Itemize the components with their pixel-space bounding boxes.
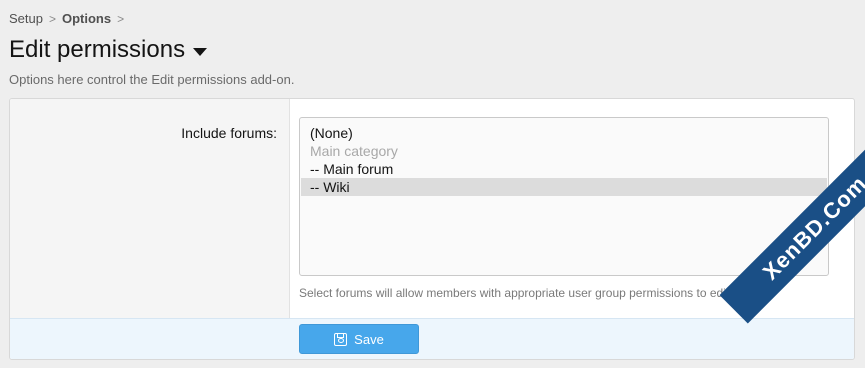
- include-forums-hint: Select forums will allow members with ap…: [299, 286, 760, 300]
- chevron-right-icon: >: [117, 11, 125, 26]
- options-form: Include forums: (None) Main category -- …: [9, 98, 855, 360]
- page-title: Edit permissions: [9, 36, 186, 63]
- include-forums-label: Include forums:: [181, 125, 277, 141]
- option-none[interactable]: (None): [301, 124, 827, 142]
- save-icon: [334, 332, 348, 346]
- form-submit-row: Save: [10, 318, 854, 359]
- option-wiki[interactable]: -- Wiki: [301, 178, 827, 196]
- breadcrumb: Setup > Options >: [9, 11, 124, 26]
- include-forums-select[interactable]: (None) Main category -- Main forum -- Wi…: [299, 117, 829, 276]
- save-button[interactable]: Save: [299, 324, 419, 354]
- option-main-category: Main category: [310, 143, 398, 159]
- save-button-label: Save: [354, 331, 384, 347]
- breadcrumb-item-setup[interactable]: Setup: [9, 11, 43, 26]
- page-description: Options here control the Edit permission…: [9, 72, 295, 87]
- form-row-label-column: Include forums:: [10, 99, 290, 318]
- breadcrumb-item-options[interactable]: Options: [62, 11, 111, 26]
- page-title-menu[interactable]: Edit permissions: [9, 36, 208, 64]
- form-row-include-forums: Include forums: (None) Main category -- …: [10, 99, 854, 318]
- caret-down-icon[interactable]: [193, 47, 208, 56]
- option-main-forum[interactable]: -- Main forum: [301, 160, 827, 178]
- chevron-right-icon: >: [48, 11, 56, 26]
